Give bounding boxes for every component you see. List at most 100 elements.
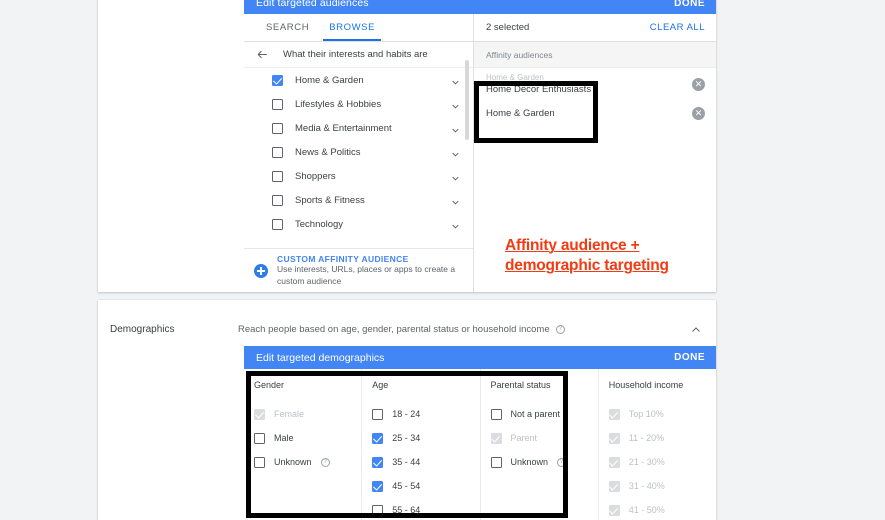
annotation-text-line1: Affinity audience + bbox=[505, 237, 640, 254]
demographics-option[interactable]: 25 - 34 bbox=[372, 426, 479, 450]
demographics-option-checkbox[interactable] bbox=[254, 408, 265, 420]
browse-item-checkbox[interactable] bbox=[272, 146, 283, 158]
tab-search[interactable]: SEARCH bbox=[256, 14, 319, 41]
demographics-option[interactable]: Not a parent bbox=[490, 402, 598, 426]
demographics-description: Reach people based on age, gender, paren… bbox=[238, 323, 550, 335]
demographics-editor: Edit targeted demographics DONE Gender Fe… bbox=[244, 346, 716, 520]
chevron-down-icon[interactable] bbox=[450, 219, 461, 230]
page-root: Edit targeted audiences DONE SEARCH BROW… bbox=[0, 0, 885, 520]
demographics-option[interactable]: Unknown? bbox=[490, 450, 598, 474]
audiences-editor-title: Edit targeted audiences bbox=[256, 0, 369, 9]
demographics-option[interactable]: Female bbox=[254, 402, 361, 426]
demographics-option-checkbox[interactable] bbox=[608, 432, 620, 444]
demographics-option-checkbox[interactable] bbox=[608, 480, 620, 492]
chevron-down-icon[interactable] bbox=[450, 99, 461, 110]
demographics-option[interactable]: Parent bbox=[490, 426, 598, 450]
demographics-option[interactable]: 11 - 20% bbox=[608, 426, 716, 450]
demographics-option[interactable]: 35 - 44 bbox=[372, 450, 479, 474]
chevron-down-icon[interactable] bbox=[450, 123, 461, 134]
custom-affinity-description: Use interests, URLs, places or apps to c… bbox=[277, 264, 456, 286]
browse-item-label: Home & Garden bbox=[295, 74, 364, 86]
demographics-option[interactable]: Top 10% bbox=[608, 402, 716, 426]
demographics-option[interactable]: 21 - 30% bbox=[608, 450, 716, 474]
browse-list-item[interactable]: News & Politics bbox=[244, 140, 473, 164]
browse-list-item[interactable]: Lifestyles & Hobbies bbox=[244, 92, 473, 116]
selected-audience-item: Home & Garden Home Decor Enthusiasts ✕ bbox=[474, 68, 716, 100]
browse-list-item[interactable]: Technology bbox=[244, 212, 473, 236]
browse-list-item[interactable]: Home & Garden bbox=[244, 68, 473, 92]
audiences-editor-header: Edit targeted audiences DONE bbox=[244, 0, 716, 14]
arrow-back-icon[interactable] bbox=[256, 48, 269, 61]
tab-browse[interactable]: BROWSE bbox=[319, 14, 385, 41]
demographics-option-label: Parent bbox=[510, 433, 538, 443]
demographics-option[interactable]: 18 - 24 bbox=[372, 402, 479, 426]
demographics-option-checkbox[interactable] bbox=[372, 504, 384, 516]
demographics-option-checkbox[interactable] bbox=[490, 408, 502, 420]
demographics-option-checkbox[interactable] bbox=[372, 456, 384, 468]
browse-list-item[interactable]: Media & Entertainment bbox=[244, 116, 473, 140]
browse-item-checkbox[interactable] bbox=[272, 122, 283, 134]
annotation-text-line2: demographic targeting bbox=[505, 256, 669, 274]
help-icon[interactable]: ? bbox=[320, 457, 330, 467]
selection-group-label: Affinity audiences bbox=[486, 49, 553, 60]
browse-item-checkbox[interactable] bbox=[272, 170, 283, 182]
demographics-option-checkbox[interactable] bbox=[254, 456, 265, 468]
demographics-editor-header: Edit targeted demographics DONE bbox=[244, 346, 716, 369]
custom-affinity-title: CUSTOM AFFINITY AUDIENCE bbox=[277, 254, 409, 265]
browse-list-item[interactable]: Sports & Fitness bbox=[244, 188, 473, 212]
browse-list-scrollbar[interactable] bbox=[465, 60, 469, 140]
demographics-option-checkbox[interactable] bbox=[254, 432, 265, 444]
audiences-browse-pane: SEARCH BROWSE What their interests and h… bbox=[244, 14, 474, 292]
remove-circle-icon[interactable]: ✕ bbox=[692, 106, 705, 120]
audiences-tabs: SEARCH BROWSE bbox=[244, 14, 473, 42]
chevron-down-icon[interactable] bbox=[450, 171, 461, 182]
selected-audience-parent: Home & Garden bbox=[486, 73, 544, 82]
help-icon[interactable]: ? bbox=[557, 457, 567, 467]
demographics-option[interactable]: 31 - 40% bbox=[608, 474, 716, 498]
demographics-option[interactable]: 45 - 54 bbox=[372, 474, 479, 498]
chevron-down-icon[interactable] bbox=[450, 147, 461, 158]
demographics-option[interactable]: Unknown? bbox=[254, 450, 361, 474]
demographics-option-label: Female bbox=[274, 409, 305, 419]
chevron-down-icon[interactable] bbox=[450, 195, 461, 206]
demographics-option-checkbox[interactable] bbox=[608, 504, 620, 516]
plus-circle-icon bbox=[254, 263, 268, 278]
demographics-column: Parental status Not a parent Parent Unknown… bbox=[481, 369, 599, 520]
demographics-option-label: 25 - 34 bbox=[392, 433, 421, 443]
demographics-option[interactable]: Male bbox=[254, 426, 361, 450]
demographics-option-label: 55 - 64 bbox=[392, 505, 421, 515]
browse-item-checkbox[interactable] bbox=[272, 98, 283, 110]
browse-item-checkbox[interactable] bbox=[272, 194, 283, 206]
browse-item-label: News & Politics bbox=[295, 146, 361, 158]
demographics-option-checkbox[interactable] bbox=[490, 456, 502, 468]
demographics-option-label: Unknown bbox=[510, 457, 549, 467]
browse-item-label: Sports & Fitness bbox=[295, 194, 365, 206]
browse-item-label: Shoppers bbox=[295, 170, 336, 182]
clear-all-button[interactable]: CLEAR ALL bbox=[650, 22, 705, 33]
selected-count-label: 2 selected bbox=[486, 22, 530, 33]
demographics-done-button[interactable]: DONE bbox=[674, 352, 705, 363]
browse-item-checkbox[interactable] bbox=[272, 74, 283, 86]
audiences-done-button[interactable]: DONE bbox=[674, 0, 705, 9]
demographics-option-checkbox[interactable] bbox=[372, 408, 384, 420]
demographics-option-checkbox[interactable] bbox=[608, 408, 620, 420]
browse-category-list[interactable]: Home & Garden Lifestyles & Hobbies Media &… bbox=[244, 68, 473, 248]
remove-circle-icon[interactable]: ✕ bbox=[692, 77, 705, 91]
help-icon[interactable]: ? bbox=[555, 324, 565, 334]
demographics-title: Demographics bbox=[110, 323, 175, 335]
demographics-option-checkbox[interactable] bbox=[372, 432, 384, 444]
browse-item-checkbox[interactable] bbox=[272, 218, 283, 230]
custom-affinity-audience-row[interactable]: CUSTOM AFFINITY AUDIENCE Use interests, … bbox=[244, 248, 473, 292]
demographics-option-label: Not a parent bbox=[510, 409, 561, 419]
demographics-option-label: 18 - 24 bbox=[392, 409, 421, 419]
demographics-option[interactable]: 41 - 50% bbox=[608, 498, 716, 520]
demographics-column-heading: Parental status bbox=[490, 380, 551, 390]
demographics-option-label: 45 - 54 bbox=[392, 481, 421, 491]
demographics-option-checkbox[interactable] bbox=[490, 432, 502, 444]
browse-list-item[interactable]: Shoppers bbox=[244, 164, 473, 188]
demographics-option[interactable]: 55 - 64 bbox=[372, 498, 479, 520]
demographics-option-checkbox[interactable] bbox=[372, 480, 384, 492]
chevron-down-icon[interactable] bbox=[450, 75, 461, 86]
chevron-up-icon[interactable] bbox=[690, 323, 702, 335]
demographics-option-checkbox[interactable] bbox=[608, 456, 620, 468]
